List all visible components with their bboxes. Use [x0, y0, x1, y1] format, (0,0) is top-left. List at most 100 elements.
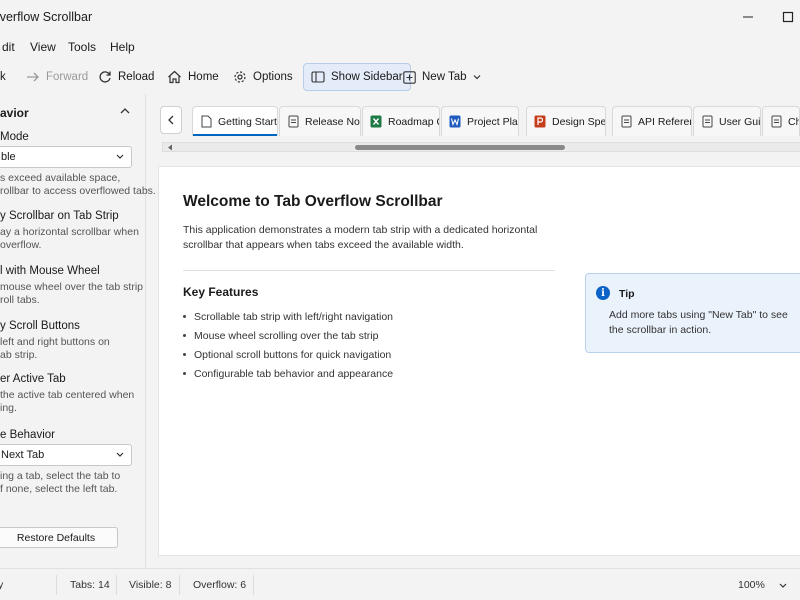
- notes-icon: [620, 115, 632, 129]
- tab-label: API Reference: [638, 115, 691, 128]
- page-title: Welcome to Tab Overflow Scrollbar: [183, 193, 443, 210]
- status-state: y: [0, 579, 4, 591]
- tab-project-plan[interactable]: Project Plan: [441, 106, 519, 136]
- option-center-active-desc-1: the active tab centered when: [0, 389, 135, 401]
- back-button[interactable]: k: [0, 63, 10, 91]
- forward-button[interactable]: Forward: [22, 63, 92, 91]
- close-behavior-label: e Behavior: [0, 429, 55, 441]
- menu-view[interactable]: View: [30, 40, 56, 54]
- window-title: Overflow Scrollbar: [0, 10, 93, 24]
- forward-label: Forward: [46, 71, 89, 83]
- sidebar: avior Mode ble s exceed available space,…: [0, 94, 156, 568]
- home-label: Home: [188, 71, 219, 83]
- status-separator: [253, 575, 254, 595]
- tab-label: Design Specs: [552, 115, 606, 128]
- close-behavior-value: Next Tab: [1, 449, 45, 461]
- mode-desc-2: rollbar to access overflowed tabs.: [0, 185, 156, 197]
- menu-edit[interactable]: dit: [2, 40, 15, 54]
- scroll-left-arrow-icon[interactable]: [167, 144, 173, 151]
- mode-select-value: ble: [1, 151, 16, 163]
- chevron-up-icon[interactable]: [118, 104, 132, 118]
- show-sidebar-button[interactable]: Show Sidebar: [303, 63, 411, 91]
- mode-desc-1: s exceed available space,: [0, 172, 121, 184]
- options-button[interactable]: Options: [229, 63, 297, 91]
- option-show-scrollbar-desc-2: overflow.: [0, 239, 42, 251]
- plus-box-icon: [403, 70, 416, 84]
- tab-design-specs[interactable]: Design Specs: [526, 106, 606, 136]
- status-separator: [116, 575, 117, 595]
- restore-defaults-button[interactable]: Restore Defaults: [0, 527, 118, 548]
- zoom-level[interactable]: 100%: [738, 579, 765, 591]
- tab-label: Getting Started: [218, 115, 277, 128]
- status-tab-count: Tabs: 14: [70, 579, 110, 591]
- list-item: Optional scroll buttons for quick naviga…: [183, 345, 393, 364]
- scrollbar-thumb[interactable]: [355, 145, 565, 150]
- new-tab-label: New Tab: [422, 71, 467, 83]
- features-list: Scrollable tab strip with left/right nav…: [183, 307, 393, 383]
- home-button[interactable]: Home: [163, 63, 223, 91]
- close-behavior-desc-1: ing a tab, select the tab to: [0, 470, 121, 482]
- tip-box: i Tip Add more tabs using "New Tab" to s…: [585, 273, 800, 353]
- tab-user-guide[interactable]: User Guide: [693, 106, 761, 136]
- chevron-down-icon: [116, 452, 124, 457]
- tab-label: Project Plan: [467, 115, 519, 128]
- minimize-button[interactable]: [736, 6, 760, 28]
- content-panel: Welcome to Tab Overflow Scrollbar This a…: [158, 166, 800, 556]
- info-icon: i: [596, 286, 610, 300]
- toolbar: k Forward Reload Home Options Show Sideb…: [0, 60, 800, 94]
- features-title: Key Features: [183, 285, 259, 299]
- notes-icon: [701, 115, 713, 129]
- new-tab-button[interactable]: New Tab: [399, 63, 471, 91]
- option-center-active-desc-2: ing.: [0, 402, 17, 414]
- document-icon: [200, 115, 212, 129]
- tab-roadmap-q2[interactable]: Roadmap Q2: [362, 106, 440, 136]
- word-icon: [449, 115, 461, 129]
- gear-icon: [234, 71, 246, 83]
- close-behavior-select[interactable]: Next Tab: [0, 444, 132, 466]
- intro-text: This application demonstrates a modern t…: [183, 224, 538, 251]
- reload-button[interactable]: Reload: [94, 63, 158, 91]
- divider: [183, 270, 555, 271]
- status-separator: [56, 575, 57, 595]
- option-show-scrollbar-desc-1: ay a horizontal scrollbar when: [0, 226, 139, 238]
- tab-api-reference[interactable]: API Reference: [612, 106, 692, 136]
- option-scroll-buttons-desc-2: ab strip.: [0, 349, 38, 361]
- notes-icon: [770, 115, 782, 129]
- sidebar-icon: [311, 71, 325, 83]
- tab-label: Release Notes: [305, 115, 360, 128]
- reload-icon: [99, 71, 111, 83]
- tab-release-notes[interactable]: Release Notes: [279, 106, 361, 136]
- mode-label: Mode: [0, 131, 29, 143]
- option-show-scrollbar-label[interactable]: y Scrollbar on Tab Strip: [0, 210, 119, 222]
- tab-scroll-left-button[interactable]: [160, 106, 182, 134]
- close-behavior-desc-2: f none, select the left tab.: [0, 483, 118, 495]
- sidebar-header: avior: [0, 106, 29, 120]
- option-mouse-wheel-desc-2: roll tabs.: [0, 294, 40, 306]
- chevron-down-icon: [473, 75, 481, 80]
- menu-help[interactable]: Help: [110, 40, 135, 54]
- new-tab-dropdown[interactable]: [468, 63, 486, 91]
- zoom-chevron-down-icon[interactable]: [778, 582, 788, 590]
- option-scroll-buttons-desc-1: left and right buttons on: [0, 336, 110, 348]
- status-overflow-count: Overflow: 6: [193, 579, 247, 591]
- chevron-left-icon: [168, 115, 174, 125]
- maximize-icon: [782, 11, 794, 23]
- show-sidebar-label: Show Sidebar: [331, 71, 403, 83]
- menu-tools[interactable]: Tools: [68, 40, 96, 54]
- list-item: Scrollable tab strip with left/right nav…: [183, 307, 393, 326]
- options-label: Options: [253, 71, 293, 83]
- maximize-button[interactable]: [776, 6, 800, 28]
- tab-getting-started[interactable]: Getting Started: [192, 106, 278, 136]
- mode-select[interactable]: ble: [0, 146, 132, 168]
- option-mouse-wheel-label[interactable]: l with Mouse Wheel: [0, 265, 100, 277]
- option-center-active-label[interactable]: er Active Tab: [0, 373, 66, 385]
- title-bar: Overflow Scrollbar: [0, 0, 800, 34]
- tip-title: Tip: [619, 288, 635, 300]
- menu-bar: dit View Tools Help: [0, 35, 800, 59]
- tab-label: User Guide: [719, 115, 761, 128]
- tip-text: Add more tabs using "New Tab" to see the…: [609, 309, 788, 336]
- tab-changelog[interactable]: Chang: [762, 106, 800, 136]
- tab-strip-scrollbar[interactable]: [162, 142, 800, 152]
- option-scroll-buttons-label[interactable]: y Scroll Buttons: [0, 320, 80, 332]
- home-icon: [168, 70, 181, 84]
